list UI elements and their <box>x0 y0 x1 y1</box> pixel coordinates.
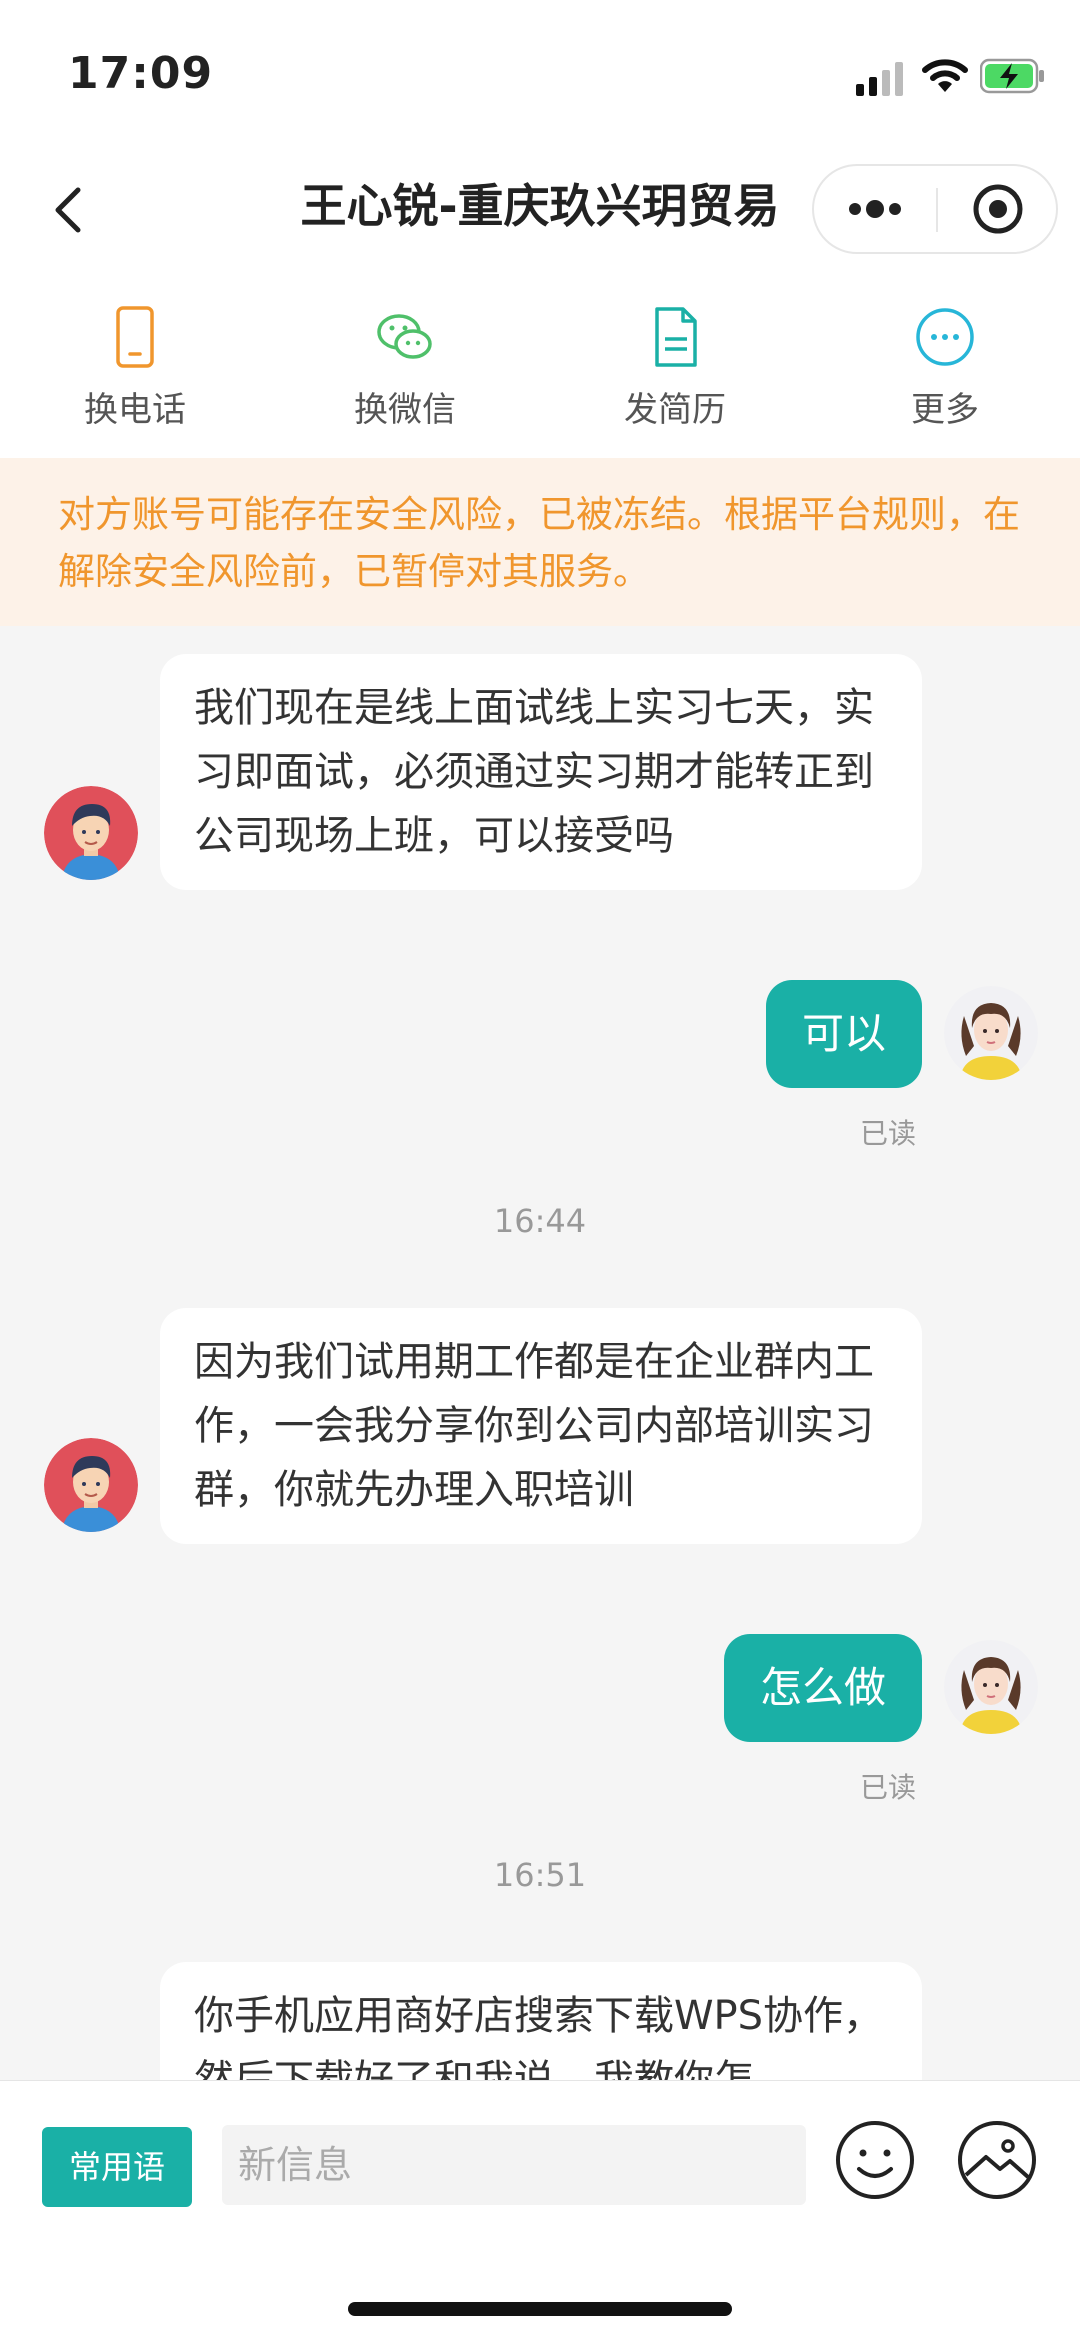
more-icon <box>916 308 974 366</box>
user-avatar[interactable] <box>944 986 1038 1080</box>
girl-avatar-icon <box>944 986 1038 1080</box>
capsule-more-button[interactable] <box>814 166 936 252</box>
home-area <box>0 2244 1080 2339</box>
capsule-close-button[interactable] <box>938 166 1058 252</box>
target-close-icon <box>973 184 1023 234</box>
nav-bar: 王心锐-重庆玖兴玥贸易 <box>0 150 1080 270</box>
emoji-icon[interactable] <box>834 2119 916 2201</box>
cellular-signal-icon <box>856 62 903 96</box>
tool-label: 换微信 <box>354 390 456 430</box>
message-input[interactable] <box>222 2125 806 2205</box>
recruiter-avatar[interactable] <box>44 786 138 880</box>
common-phrases-button[interactable]: 常用语 <box>42 2127 192 2207</box>
timestamp: 16:51 <box>493 1856 587 1894</box>
more-dots-icon <box>849 200 901 218</box>
image-icon[interactable] <box>956 2119 1038 2201</box>
resume-icon <box>655 307 697 367</box>
message-bubble-received: 我们现在是线上面试线上实习七天，实习即面试，必须通过实习期才能转正到公司现场上班… <box>160 654 922 890</box>
tool-label: 更多 <box>911 390 979 430</box>
home-indicator[interactable] <box>348 2302 732 2316</box>
timestamp: 16:44 <box>493 1202 587 1240</box>
status-time: 17:09 <box>68 48 214 99</box>
status-bar: 17:09 <box>0 0 1080 150</box>
tool-send-resume[interactable]: 发简历 <box>540 270 810 458</box>
tool-label: 发简历 <box>624 390 726 430</box>
tool-change-phone[interactable]: 换电话 <box>0 270 270 458</box>
message-bubble-sent: 可以 <box>765 980 922 1088</box>
battery-charging-icon <box>980 58 1044 94</box>
action-toolbar: 换电话 换微信 发简历 更多 <box>0 270 1080 458</box>
mini-program-capsule <box>812 164 1058 254</box>
read-status: 已读 <box>859 1771 916 1804</box>
girl-avatar-icon <box>944 1640 1038 1734</box>
message-bubble-sent: 怎么做 <box>723 1634 922 1742</box>
back-button[interactable] <box>40 178 100 242</box>
man-avatar-icon <box>44 786 138 880</box>
message-bubble-received: 因为我们试用期工作都是在企业群内工作，一会我分享你到公司内部培训实习群，你就先办… <box>160 1308 922 1544</box>
chat-area[interactable]: 我们现在是线上面试线上实习七天，实习即面试，必须通过实习期才能转正到公司现场上班… <box>0 626 1080 2080</box>
phone-icon <box>116 306 154 368</box>
page-title: 王心锐-重庆玖兴玥贸易 <box>300 179 780 233</box>
recruiter-avatar[interactable] <box>44 1438 138 1532</box>
tool-change-wechat[interactable]: 换微信 <box>270 270 540 458</box>
read-status: 已读 <box>859 1117 916 1150</box>
security-notice: 对方账号可能存在安全风险，已被冻结。根据平台规则，在解除安全风险前，已暂停对其服… <box>0 458 1080 626</box>
user-avatar[interactable] <box>944 1640 1038 1734</box>
tool-label: 换电话 <box>84 390 186 430</box>
message-bubble-received: 你手机应用商好店搜索下载WPS协作，然后下载好了和我说，我教你怎 <box>160 1962 922 2080</box>
tool-more[interactable]: 更多 <box>810 270 1080 458</box>
input-bar: 常用语 <box>0 2080 1080 2245</box>
man-avatar-icon <box>44 1438 138 1532</box>
wifi-icon <box>922 59 968 92</box>
wechat-icon <box>377 314 432 359</box>
